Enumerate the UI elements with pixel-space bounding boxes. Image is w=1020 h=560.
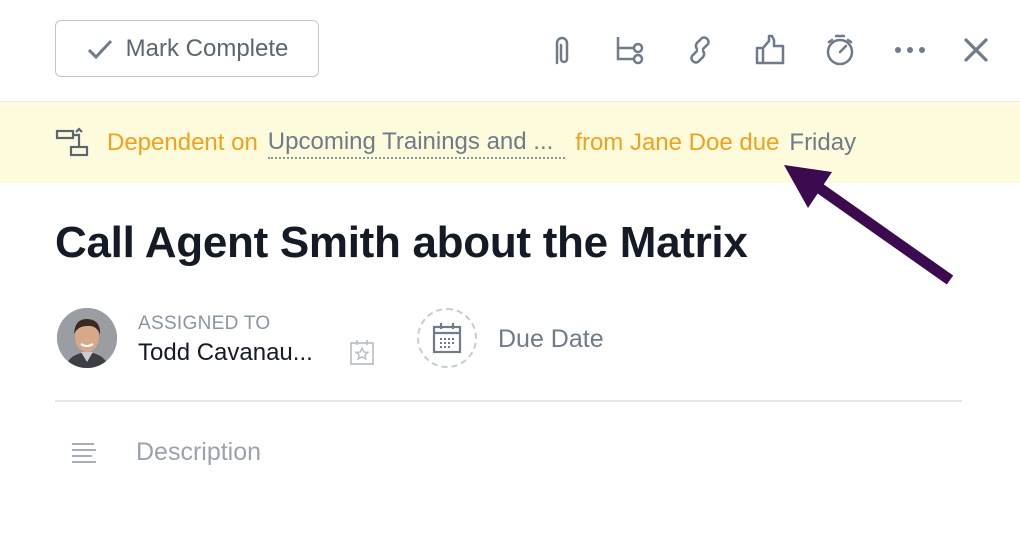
subtask-icon — [616, 37, 644, 65]
assignee-name[interactable]: Todd Cavanau... — [138, 339, 313, 367]
link-icon — [690, 36, 710, 64]
task-title[interactable]: Call Agent Smith about the Matrix — [55, 218, 748, 268]
description-icon — [72, 443, 96, 463]
due-date-label[interactable]: Due Date — [498, 325, 604, 354]
checkmark-icon — [87, 39, 112, 59]
dependency-banner: Dependent on Upcoming Trainings and ... … — [0, 101, 1020, 183]
close-button[interactable] — [958, 30, 994, 70]
assigned-to-label: ASSIGNED TO — [138, 313, 271, 334]
time-tracking-button[interactable] — [822, 30, 858, 70]
due-date-button[interactable] — [417, 308, 477, 368]
dependency-owner-text: from Jane Doe due — [575, 129, 780, 156]
mark-complete-button[interactable]: Mark Complete — [55, 20, 319, 77]
dependency-due-date: Friday — [789, 129, 857, 156]
assignee-avatar[interactable] — [57, 308, 117, 368]
assignee-calendar-star-icon[interactable] — [349, 338, 375, 366]
avatar-photo — [57, 308, 117, 368]
dependency-icon — [55, 127, 89, 157]
section-divider — [55, 400, 962, 402]
dependency-task-link[interactable]: Upcoming Trainings and ... — [267, 127, 566, 159]
dependency-prefix: Dependent on — [107, 129, 258, 156]
description-field[interactable]: Description — [136, 438, 261, 467]
copy-link-button[interactable] — [682, 30, 718, 70]
stopwatch-icon — [826, 34, 854, 66]
attach-button[interactable] — [543, 30, 579, 70]
more-actions-button[interactable] — [892, 30, 928, 70]
calendar-icon — [432, 323, 462, 354]
close-icon — [964, 38, 988, 62]
mark-complete-label: Mark Complete — [125, 34, 289, 62]
paperclip-icon — [555, 36, 569, 65]
add-subtask-button[interactable] — [612, 30, 648, 70]
task-toolbar: Mark Complete — [0, 0, 1020, 101]
like-button[interactable] — [752, 30, 788, 70]
more-icon — [895, 47, 925, 53]
thumbs-up-icon — [755, 34, 785, 65]
